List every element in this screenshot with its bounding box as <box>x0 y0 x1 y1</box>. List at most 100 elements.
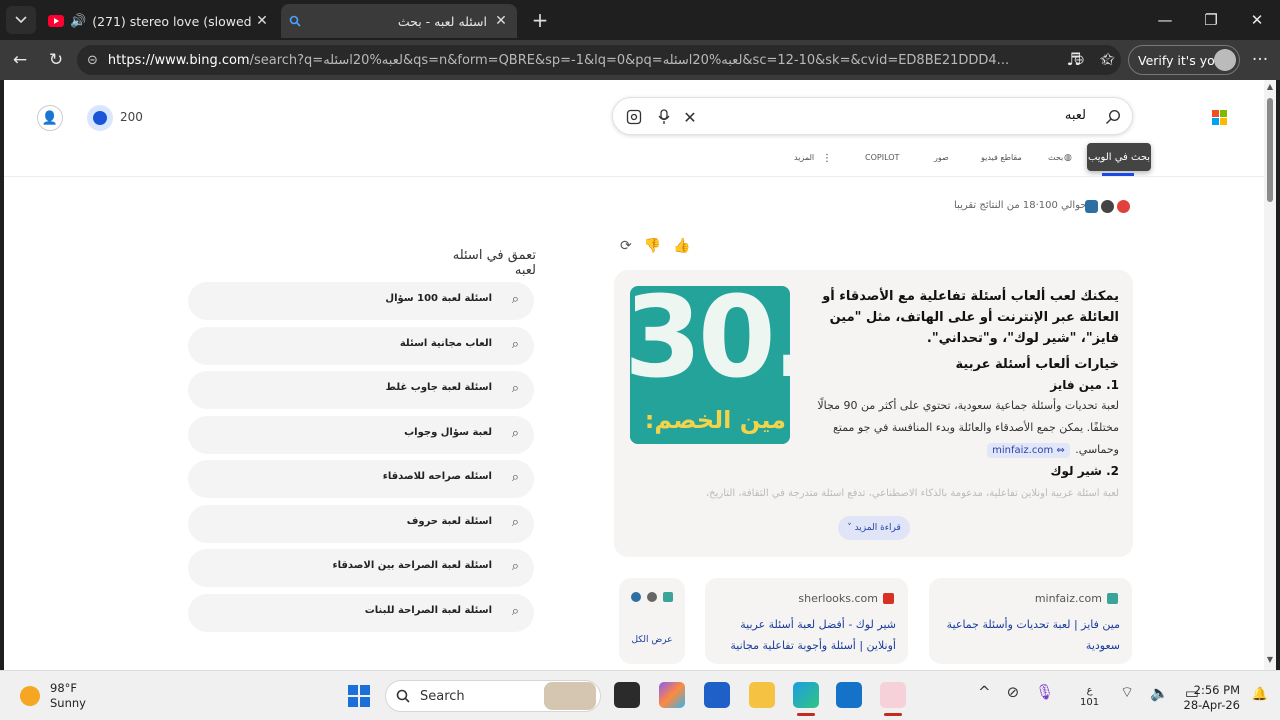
page-scrollbar[interactable]: ▲ ▼ <box>1264 80 1276 670</box>
close-tab-icon[interactable]: ✕ <box>493 13 509 29</box>
scrollbar-thumb[interactable] <box>1267 98 1273 202</box>
language-indicator[interactable]: ع 101 <box>1080 685 1099 709</box>
source-title: مين فايز | لعبة تحديات وأسئلة جماعية سعو… <box>946 618 1120 652</box>
favorites-icon[interactable]: ✩ <box>1094 46 1122 74</box>
copilot-answer-card: 30. مين الخصم: يمكنك لعب ألعاب أسئلة تفا… <box>614 270 1133 557</box>
divider <box>4 176 1264 177</box>
visual-search-icon[interactable] <box>623 106 645 128</box>
related-search-item[interactable]: اسئلة لعبة جاوب غلط ⌕ <box>188 371 534 409</box>
clear-search-icon[interactable]: ✕ <box>679 106 701 128</box>
tab-copilot[interactable]: COPILOT <box>865 153 899 162</box>
read-aloud-icon[interactable]: ♬ <box>1060 46 1088 74</box>
search-icon: ⌕ <box>511 559 519 574</box>
related-search-item[interactable]: اسئلة لعبة حروف ⌕ <box>188 505 534 543</box>
minimize-icon[interactable]: — <box>1142 0 1188 40</box>
favicon-icon <box>1107 593 1118 604</box>
avatar <box>1214 49 1236 71</box>
start-button-icon[interactable] <box>348 685 370 707</box>
restore-icon[interactable]: ❐ <box>1188 0 1234 40</box>
refresh-icon[interactable]: ↻ <box>42 46 70 74</box>
new-tab-button[interactable]: + <box>528 8 552 32</box>
favicon-icon <box>647 592 657 602</box>
tab-title: (271) stereo love (slowed reve <box>92 13 254 29</box>
rewards-icon[interactable] <box>87 105 113 131</box>
answer-image[interactable]: 30. مين الخصم: <box>630 286 790 444</box>
more-dots-icon: ⋮ <box>822 153 832 164</box>
answer-text: يمكنك لعب ألعاب أسئلة تفاعلية مع الأصدقا… <box>803 286 1119 481</box>
outlook-icon[interactable] <box>836 682 862 708</box>
source-card[interactable]: minfaiz.com مين فايز | لعبة تحديات وأسئل… <box>929 578 1132 664</box>
favicon-icon <box>1117 200 1130 213</box>
bing-page: 👤 200 ✕ لعبه بحث في الويب المزيد ⋮ COPIL… <box>4 80 1276 670</box>
source-domain: minfaiz.com <box>1034 592 1102 605</box>
microsoft-logo-icon[interactable] <box>1212 110 1227 125</box>
tab-more[interactable]: المزيد <box>794 153 814 162</box>
url-text[interactable]: https://www.bing.com/search?q=لعبه%20اسئ… <box>108 53 1062 68</box>
site-info-icon[interactable]: ⊝ <box>87 53 98 68</box>
favicon-icon <box>663 592 673 602</box>
microphone-icon[interactable] <box>653 106 675 128</box>
regenerate-icon[interactable]: ⟳ <box>620 238 632 254</box>
see-all-sources-button[interactable]: عرض الكل <box>619 578 685 664</box>
wifi-icon[interactable]: ⌔ <box>1120 683 1134 702</box>
related-search-item[interactable]: اسئلة لعبة الصراحة بين الاصدقاء ⌕ <box>188 549 534 587</box>
speaker-icon[interactable]: 🔊 <box>70 14 86 29</box>
notification-bell-icon[interactable]: 🔔 <box>1252 687 1268 702</box>
thumbs-down-icon[interactable]: 👎 <box>644 238 661 254</box>
close-tab-icon[interactable]: ✕ <box>254 13 270 29</box>
favicon-icon <box>883 593 894 604</box>
close-window-icon[interactable]: ✕ <box>1234 0 1280 40</box>
source-card[interactable]: sherlooks.com شير لوك - أفضل لعبة أسئلة … <box>705 578 908 664</box>
answer-item-title: 2. شير لوك <box>1050 464 1119 478</box>
favicon-icon <box>1085 200 1098 213</box>
edge-browser-icon[interactable] <box>793 682 819 716</box>
sign-in-icon[interactable]: 👤 <box>37 105 63 131</box>
clock[interactable]: 2:56 PM 28-Apr-26 <box>1184 683 1240 713</box>
tab-bing-search[interactable]: اسئله لعبه - بحث ✕ <box>281 4 517 38</box>
task-view-icon[interactable] <box>614 682 640 708</box>
scroll-up-icon[interactable]: ▲ <box>1264 82 1276 94</box>
related-search-item[interactable]: لعبة سؤال وجواب ⌕ <box>188 416 534 454</box>
back-arrow-icon[interactable]: ← <box>6 46 34 74</box>
weather-widget[interactable]: 98°F Sunny <box>20 681 86 711</box>
search-icon: ⌕ <box>511 426 519 441</box>
taskbar-search[interactable]: Search <box>385 680 601 712</box>
tab-videos[interactable]: مقاطع فيديو <box>981 153 1022 162</box>
chevron-up-icon[interactable]: ^ <box>978 683 991 701</box>
profile-verify-button[interactable]: Verify it's you <box>1128 45 1240 75</box>
read-more-button[interactable]: قراءة المزيد ˅ <box>838 516 910 540</box>
network-off-icon[interactable]: ⊘ <box>1007 683 1020 701</box>
favicon-icon <box>631 592 641 602</box>
file-explorer-icon[interactable] <box>749 682 775 708</box>
more-menu-icon[interactable]: ··· <box>1246 46 1274 74</box>
youtube-icon <box>48 15 64 27</box>
search-input[interactable]: لعبه <box>1065 108 1086 123</box>
thumbs-up-icon[interactable]: 👍 <box>673 238 690 254</box>
copilot-icon[interactable] <box>659 682 685 708</box>
citation-link[interactable]: minfaiz.com ⇔ <box>987 443 1070 458</box>
search-box[interactable]: ✕ لعبه <box>612 97 1133 135</box>
tab-actions-button[interactable] <box>6 6 36 34</box>
photos-icon[interactable] <box>880 682 906 716</box>
rewards-points: 200 <box>120 110 143 124</box>
related-search-item[interactable]: العاب مجانية اسئلة ⌕ <box>188 327 534 365</box>
search-icon[interactable] <box>1102 106 1124 128</box>
related-search-item[interactable]: اسئلة لعبة 100 سؤال ⌕ <box>188 282 534 320</box>
search-icon <box>396 689 410 703</box>
feedback-icons: ⟳ 👎 👍 <box>620 238 691 254</box>
tab-images[interactable]: صور <box>934 153 949 162</box>
answer-item-title: 1. مين فايز <box>1050 378 1119 392</box>
system-tray: ^ ⊘ 🎙 <box>978 683 1054 701</box>
browser-toolbar: ← ↻ ⊝ https://www.bing.com/search?q=لعبه… <box>0 40 1280 80</box>
microphone-icon[interactable]: 🎙 <box>1035 683 1054 701</box>
store-icon[interactable] <box>704 682 730 708</box>
source-title: شير لوك - أفضل لعبة أسئلة عربية أونلاين … <box>730 618 896 652</box>
volume-icon[interactable]: 🔈 <box>1150 684 1169 702</box>
tab-search[interactable]: بحث <box>1048 153 1063 162</box>
scroll-down-icon[interactable]: ▼ <box>1264 655 1276 667</box>
related-search-item[interactable]: اسئله صراحه للاصدقاء ⌕ <box>188 460 534 498</box>
address-bar[interactable]: ⊝ https://www.bing.com/search?q=لعبه%20ا… <box>77 45 1121 75</box>
favicon-icon <box>1101 200 1114 213</box>
related-search-item[interactable]: اسئلة لعبة الصراحة للبنات ⌕ <box>188 594 534 632</box>
tab-youtube[interactable]: 🔊 (271) stereo love (slowed reve ✕ <box>40 4 278 38</box>
